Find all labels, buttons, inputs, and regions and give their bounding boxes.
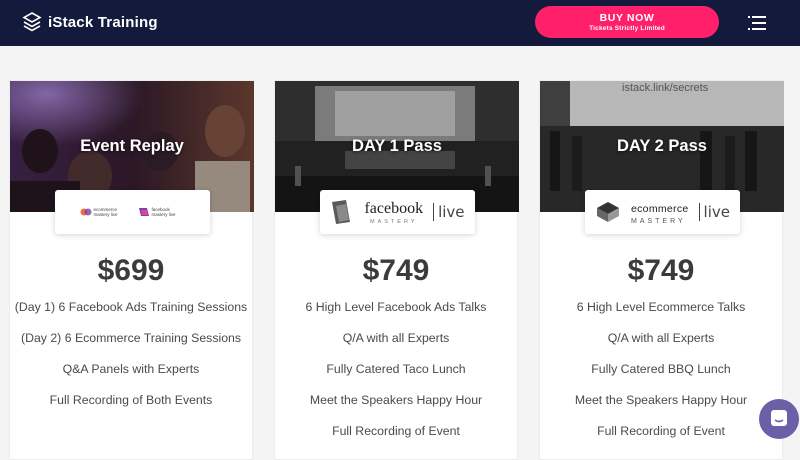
card-price: $749 [362,254,430,287]
logo-word: ecommerce [630,203,689,215]
hero-screen-text: istack.link/secrets [622,82,709,94]
chat-launcher-button[interactable] [759,399,799,439]
buy-now-label: BUY NOW [599,12,655,24]
card-price: $699 [97,254,165,287]
feature-list: 6 High Level Ecommerce Talks Q/A with al… [540,300,782,455]
facebook-mastery-logo-icon [332,200,351,224]
event-logo: ecommerce MASTERY live [585,190,740,234]
facebook-logo-icon [138,208,149,216]
feature-item: Full Recording of Both Events [49,393,213,407]
logo-live: live [433,203,465,221]
logo-word: facebook [364,199,424,217]
brand[interactable]: iStack Training [22,11,158,33]
ecommerce-logo-icon [80,208,91,216]
pricing-card-day-2: istack.link/secrets DAY 2 Pass ecommerce… [539,80,784,460]
feature-list: (Day 1) 6 Facebook Ads Training Sessions… [10,300,252,424]
feature-item: (Day 1) 6 Facebook Ads Training Sessions [14,300,248,314]
feature-item: Q/A with all Experts [342,331,450,345]
ecommerce-mastery-wordmark: ecommerce MASTERY [631,199,689,225]
feature-list: 6 High Level Facebook Ads Talks Q/A with… [275,300,517,455]
feature-item: Q/A with all Experts [607,331,715,345]
card-title: DAY 2 Pass [617,137,707,155]
buy-now-button[interactable]: BUY NOW Tickets Strictly Limited [535,6,719,38]
ecommerce-mastery-logo-icon [596,202,619,222]
logo-live: live [698,203,730,221]
card-title: DAY 1 Pass [352,137,442,155]
feature-item: 6 High Level Ecommerce Talks [576,300,746,314]
card-title: Event Replay [80,137,184,155]
ecommerce-logo-text: ecommerce mastery live [93,207,118,217]
feature-item: Q&A Panels with Experts [62,362,200,376]
logo-sub: MASTERY [630,218,686,225]
feature-item: Fully Catered Taco Lunch [326,362,466,376]
buy-now-sublabel: Tickets Strictly Limited [589,25,665,32]
logo-sub: MASTERY [370,218,418,225]
feature-item: Full Recording of Event [332,424,460,438]
pricing-card-event-replay: Event Replay ecommerce mastery live face… [9,80,254,460]
feature-item: (Day 2) 6 Ecommerce Training Sessions [20,331,242,345]
brand-name: iStack Training [48,13,158,31]
event-logos: ecommerce mastery live facebook mastery … [55,190,210,234]
feature-item: Meet the Speakers Happy Hour [574,393,748,407]
chat-icon [771,410,787,426]
hamburger-menu-icon[interactable] [748,14,768,32]
facebook-mastery-logo: facebook mastery live [138,206,186,218]
feature-item: Full Recording of Event [597,424,725,438]
facebook-logo-text: facebook mastery live [151,207,176,217]
pricing-card-day-1: DAY 1 Pass facebook MASTERY live $749 6 … [274,80,519,460]
feature-item: Fully Catered BBQ Lunch [591,362,731,376]
ecommerce-mastery-logo: ecommerce mastery live [80,206,128,218]
top-navigation-bar: iStack Training BUY NOW Tickets Strictly… [0,0,800,46]
feature-item: Meet the Speakers Happy Hour [309,393,483,407]
event-logo: facebook MASTERY live [320,190,475,234]
istack-logo-icon [22,12,42,32]
feature-item: 6 High Level Facebook Ads Talks [305,300,487,314]
card-price: $749 [627,254,695,287]
facebook-mastery-wordmark: facebook MASTERY [364,200,423,225]
